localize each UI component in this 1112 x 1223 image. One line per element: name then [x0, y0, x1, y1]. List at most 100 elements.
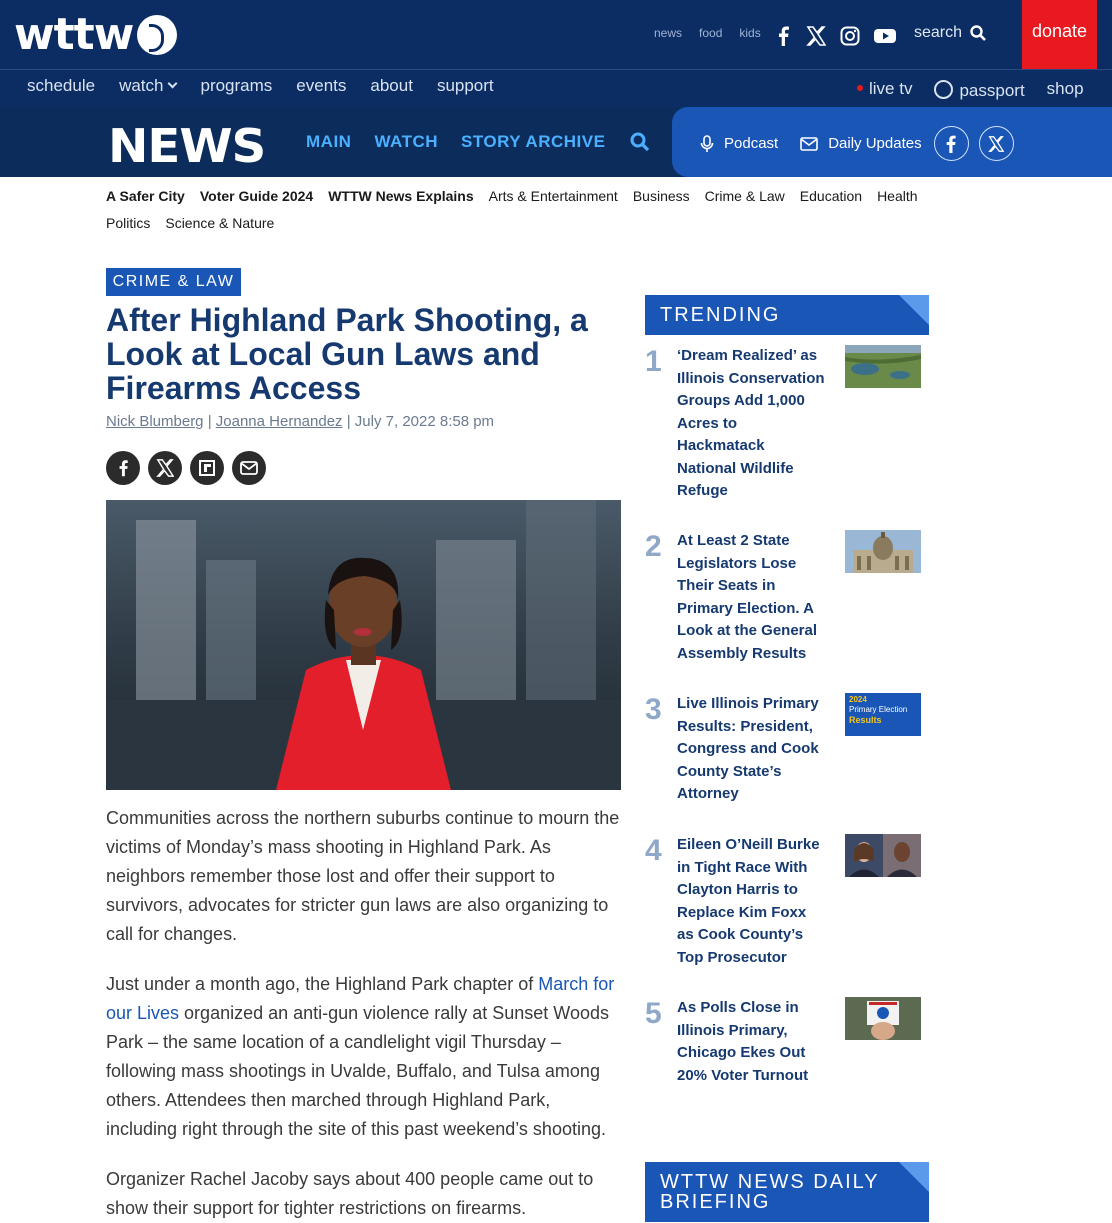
search-icon [970, 25, 986, 41]
article-paragraph: Organizer Rachel Jacoby says about 400 p… [106, 1169, 594, 1218]
trending-item[interactable]: 5 As Polls Close in Illinois Primary, Ch… [645, 997, 929, 1097]
article-category-tag[interactable]: CRIME & LAW [106, 268, 241, 296]
nav-watch[interactable]: watch [119, 76, 178, 96]
share-x-button[interactable] [148, 451, 182, 485]
passport-icon [934, 80, 954, 99]
category-link[interactable]: Crime & Law [705, 188, 785, 205]
paragraph-text: Just under a month ago, the Highland Par… [106, 974, 539, 994]
live-dot-icon [857, 85, 863, 91]
trending-thumbnail [845, 530, 921, 573]
trending-rank: 3 [645, 693, 662, 726]
youtube-icon[interactable] [874, 28, 896, 44]
nav-about[interactable]: about [370, 76, 413, 96]
byline: Nick Blumberg | Joanna Hernandez | July … [106, 413, 494, 430]
category-link[interactable]: Arts & Entertainment [489, 188, 618, 205]
passport-label: passport [959, 81, 1025, 100]
trending-title[interactable]: ‘Dream Realized’ as Illinois Conservatio… [677, 345, 827, 503]
daily-updates-link[interactable]: Daily Updates [828, 135, 921, 152]
facebook-icon [119, 460, 128, 477]
thumbnail-text: Primary Election [849, 705, 908, 714]
envelope-icon [800, 136, 819, 151]
nav-watch-label: watch [119, 76, 164, 95]
facebook-icon [946, 135, 956, 153]
wttw-logo[interactable]: wttw [14, 9, 178, 60]
top-link-kids[interactable]: kids [739, 26, 760, 40]
facebook-icon[interactable] [774, 26, 792, 46]
daily-briefing-heading: WTTW NEWS DAILY BRIEFING [645, 1162, 929, 1222]
trending-rank: 1 [645, 345, 662, 378]
article-hero-image [106, 500, 621, 790]
news-link-story-archive[interactable]: STORY ARCHIVE [461, 132, 605, 152]
article-title: After Highland Park Shooting, a Look at … [106, 302, 588, 406]
news-link-watch[interactable]: WATCH [374, 132, 438, 152]
news-bar: NEWS MAIN WATCH STORY ARCHIVE Podcast Da… [0, 107, 1112, 177]
share-email-button[interactable] [232, 451, 266, 485]
category-nav: A Safer City Voter Guide 2024 WTTW News … [106, 188, 966, 232]
trending-thumbnail: 2024 Primary Election Results [845, 693, 921, 736]
article-paragraph: Communities across the northern suburbs … [106, 808, 620, 944]
top-links: news food kids [654, 26, 761, 40]
nav-shop[interactable]: shop [1047, 79, 1084, 99]
thumbnail-text: Results [849, 715, 882, 725]
flipboard-icon [199, 460, 215, 476]
podcast-link[interactable]: Podcast [724, 135, 778, 152]
article-paragraph: Just under a month ago, the Highland Par… [106, 970, 620, 1144]
thumbnail-text: 2024 [849, 695, 867, 704]
logo-text: wttw [14, 9, 134, 60]
instagram-icon[interactable] [840, 26, 860, 46]
category-link[interactable]: Education [800, 188, 862, 205]
author-link[interactable]: Nick Blumberg [106, 413, 204, 430]
trending-title[interactable]: Live Illinois Primary Results: President… [677, 693, 827, 806]
live-tv-label: live tv [869, 79, 913, 98]
news-x-button[interactable] [978, 126, 1014, 161]
top-link-food[interactable]: food [699, 26, 722, 40]
envelope-icon [240, 461, 258, 475]
trending-heading: TRENDING [645, 295, 929, 335]
nav-support[interactable]: support [437, 76, 494, 96]
nav-schedule[interactable]: schedule [27, 76, 95, 96]
nav-events[interactable]: events [296, 76, 346, 96]
nav-programs[interactable]: programs [200, 76, 272, 96]
pbs-logo-icon [137, 15, 178, 55]
category-link[interactable]: Politics [106, 215, 150, 232]
trending-title[interactable]: At Least 2 State Legislators Lose Their … [677, 530, 827, 665]
category-link[interactable]: Business [633, 188, 690, 205]
paragraph-text: organized an anti-gun violence rally at … [106, 1003, 609, 1139]
author-link[interactable]: Joanna Hernandez [216, 413, 343, 430]
nav-passport[interactable]: passport [934, 77, 1025, 101]
news-link-main[interactable]: MAIN [306, 132, 351, 152]
x-icon[interactable] [806, 26, 826, 46]
trending-rank: 2 [645, 530, 662, 563]
social-links [774, 26, 896, 46]
donate-button[interactable]: donate [1022, 0, 1097, 69]
news-anchor-figure [276, 557, 451, 790]
trending-item[interactable]: 1 ‘Dream Realized’ as Illinois Conservat… [645, 345, 929, 505]
search-button[interactable]: search [914, 24, 986, 42]
nav-live-tv[interactable]: live tv [857, 79, 912, 99]
trending-item[interactable]: 2 At Least 2 State Legislators Lose Thei… [645, 530, 929, 680]
category-link[interactable]: Health [877, 188, 917, 205]
byline-separator: | [207, 413, 216, 430]
share-flipboard-button[interactable] [190, 451, 224, 485]
search-label: search [914, 24, 963, 41]
microphone-icon [700, 134, 714, 152]
trending-title[interactable]: As Polls Close in Illinois Primary, Chic… [677, 997, 827, 1087]
trending-title[interactable]: Eileen O’Neill Burke in Tight Race With … [677, 834, 827, 969]
main-nav: schedule watch programs events about sup… [0, 70, 1112, 107]
category-link[interactable]: Voter Guide 2024 [200, 188, 313, 205]
news-logo[interactable]: NEWS [108, 119, 266, 173]
share-facebook-button[interactable] [106, 451, 140, 485]
trending-item[interactable]: 4 Eileen O’Neill Burke in Tight Race Wit… [645, 834, 929, 974]
category-link[interactable]: WTTW News Explains [328, 188, 473, 205]
category-link[interactable]: Science & Nature [165, 215, 274, 232]
chevron-down-icon [168, 78, 178, 89]
byline-separator: | [346, 413, 355, 430]
top-bar: wttw news food kids search donate [0, 0, 1112, 70]
trending-thumbnail [845, 345, 921, 388]
category-link[interactable]: A Safer City [106, 188, 185, 205]
news-facebook-button[interactable] [933, 126, 969, 161]
news-search-icon[interactable] [630, 132, 650, 152]
trending-rank: 4 [645, 834, 662, 867]
trending-item[interactable]: 3 Live Illinois Primary Results: Preside… [645, 693, 929, 813]
top-link-news[interactable]: news [654, 26, 682, 40]
